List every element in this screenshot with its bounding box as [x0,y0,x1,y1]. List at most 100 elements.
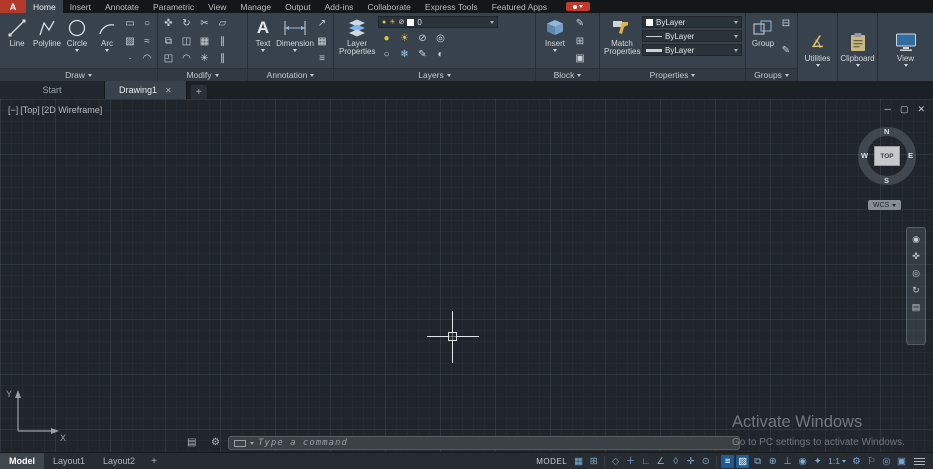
annotation-scale-control[interactable]: 1:1 [826,456,848,466]
mirror-icon[interactable]: ◫ [178,34,195,49]
define-attributes-icon[interactable]: ▣ [572,51,588,66]
text-style-icon[interactable]: ≡ [314,51,330,66]
menu-tab-insert[interactable]: Insert [63,0,98,13]
dynamic-ucs-icon[interactable]: ⊥ [781,455,794,468]
viewcube[interactable]: N W E S TOP [858,127,916,185]
isolate-objects-icon[interactable]: ◎ [880,455,893,468]
viewcube-north[interactable]: N [884,127,889,136]
workspace-icon[interactable]: ⚙ [850,455,863,468]
polyline-tool[interactable]: Polyline [32,13,62,68]
pan-icon[interactable]: ✜ [912,252,920,261]
arc-tool[interactable]: Arc [92,13,122,68]
layer-off-icon[interactable]: ○ [378,47,395,62]
drawing-canvas[interactable]: [−] [Top] [2D Wireframe] ─ ▢ ✕ N W E S T… [0,99,933,452]
array-icon[interactable]: ▦ [196,34,213,49]
ortho-mode-icon[interactable]: ∟ [639,455,652,468]
layer-properties-tool[interactable]: Layer Properties [336,13,378,68]
viewport-visual-style-control[interactable]: [2D Wireframe] [42,105,103,115]
match-layer-icon[interactable]: ✎ [414,47,431,62]
new-layout-button[interactable]: + [144,456,164,467]
layer-thaw-icon[interactable]: ☀ [396,31,413,46]
menu-tab-parametric[interactable]: Parametric [146,0,201,13]
draw-panel-title[interactable]: Draw [0,68,157,81]
object-snap-icon[interactable]: ⊙ [699,455,712,468]
menu-tab-home[interactable]: Home [26,0,63,13]
leader-icon[interactable]: ↗ [314,16,330,31]
fillet-icon[interactable]: ◠ [178,51,195,66]
explode-icon[interactable]: ✳ [196,51,213,66]
groups-panel-title[interactable]: Groups [746,68,797,81]
rectangle-icon[interactable]: ▭ [122,16,138,31]
group-edit-icon[interactable]: ✎ [778,43,794,58]
move-icon[interactable]: ✜ [160,16,177,31]
3d-object-snap-icon[interactable]: ⊕ [766,455,779,468]
minimize-icon[interactable]: ─ [885,104,891,115]
point-icon[interactable]: ∙ [122,51,138,66]
selection-cycling-icon[interactable]: ⧉ [751,455,764,468]
trim-icon[interactable]: ✂ [196,16,213,31]
grid-icon[interactable]: ▦ [572,455,585,468]
ungroup-icon[interactable]: ⊟ [778,16,794,31]
snap-mode-icon[interactable]: ⊞ [587,455,600,468]
hatch-icon[interactable]: ▨ [122,34,138,49]
dynamic-input-icon[interactable]: ＋ [624,455,637,468]
close-icon[interactable]: ✕ [917,104,925,115]
tab-start[interactable]: Start [0,81,105,99]
isometric-drafting-icon[interactable]: ◊ [669,455,682,468]
block-panel-title[interactable]: Block [536,68,599,81]
autoscale-icon[interactable]: ✦ [811,455,824,468]
edit-block-icon[interactable]: ✎ [572,16,588,31]
command-input[interactable]: Type a command [258,438,348,448]
orbit-icon[interactable]: ↻ [912,286,920,295]
table-icon[interactable]: ▦ [314,34,330,49]
navigation-wheel-icon[interactable]: ◉ [912,235,920,244]
insert-tool[interactable]: Insert [538,13,572,68]
rotate-icon[interactable]: ↻ [178,16,195,31]
command-customize-icon[interactable]: ▤ [187,437,196,448]
showmotion-icon[interactable]: ▤ [912,303,921,312]
wrench-icon[interactable]: ⚙ [211,437,220,448]
clipboard-tool[interactable]: Clipboard [840,28,875,67]
layer-freeze-icon[interactable]: ❄ [396,47,413,62]
modify-panel-title[interactable]: Modify [158,68,247,81]
menu-tab-express-tools[interactable]: Express Tools [418,0,485,13]
model-space-label[interactable]: MODEL [536,457,567,466]
viewcube-south[interactable]: S [884,176,889,185]
layer-lock-toggle-icon[interactable]: ⊘ [414,31,431,46]
app-logo-icon[interactable]: A [0,0,26,13]
transparency-icon[interactable]: ▨ [736,454,750,468]
linetype-dropdown[interactable]: ByLayer [642,30,742,42]
properties-panel-title[interactable]: Properties [600,68,745,81]
graphics-performance-icon[interactable]: ▣ [895,455,908,468]
layer-on-icon[interactable]: ● [378,31,395,46]
menu-tab-collaborate[interactable]: Collaborate [360,0,417,13]
viewport-collapse-control[interactable]: [−] [8,105,18,115]
menu-tab-addins[interactable]: Add-ins [318,0,361,13]
layer-dropdown[interactable]: ● ☀ ⊘ 0 [378,16,498,28]
erase-icon[interactable]: ▱ [214,16,231,31]
dimension-tool[interactable]: Dimension [276,13,314,68]
utilities-tool[interactable]: ∡ Utilities [800,28,835,67]
layer-unisolate-icon[interactable]: ◐ [432,47,449,62]
customization-menu-icon[interactable] [914,457,925,465]
menu-tab-featured-apps[interactable]: Featured Apps [485,0,554,13]
close-tab-icon[interactable]: ✕ [165,86,172,95]
scale-icon[interactable]: ◰ [160,51,177,66]
viewcube-top-face[interactable]: TOP [874,146,900,166]
osnap-tracking-icon[interactable]: ✛ [684,455,697,468]
layers-panel-title[interactable]: Layers [334,68,535,81]
object-color-dropdown[interactable]: ByLayer [642,16,742,28]
match-properties-tool[interactable]: Match Properties [602,13,642,68]
annotation-panel-title[interactable]: Annotation [248,68,333,81]
menu-tab-view[interactable]: View [201,0,233,13]
lineweight-dropdown[interactable]: ByLayer [642,44,742,56]
zoom-icon[interactable]: ◎ [912,269,920,278]
group-tool[interactable]: Group [748,13,778,68]
offset-icon[interactable]: ∥ [214,34,231,49]
menu-tab-manage[interactable]: Manage [233,0,278,13]
stretch-icon[interactable]: ∥ [214,51,231,66]
red-accent-button[interactable] [565,2,590,11]
create-block-icon[interactable]: ⊞ [572,34,588,49]
viewcube-east[interactable]: E [908,151,913,160]
lineweight-icon[interactable]: ≡ [721,454,735,468]
